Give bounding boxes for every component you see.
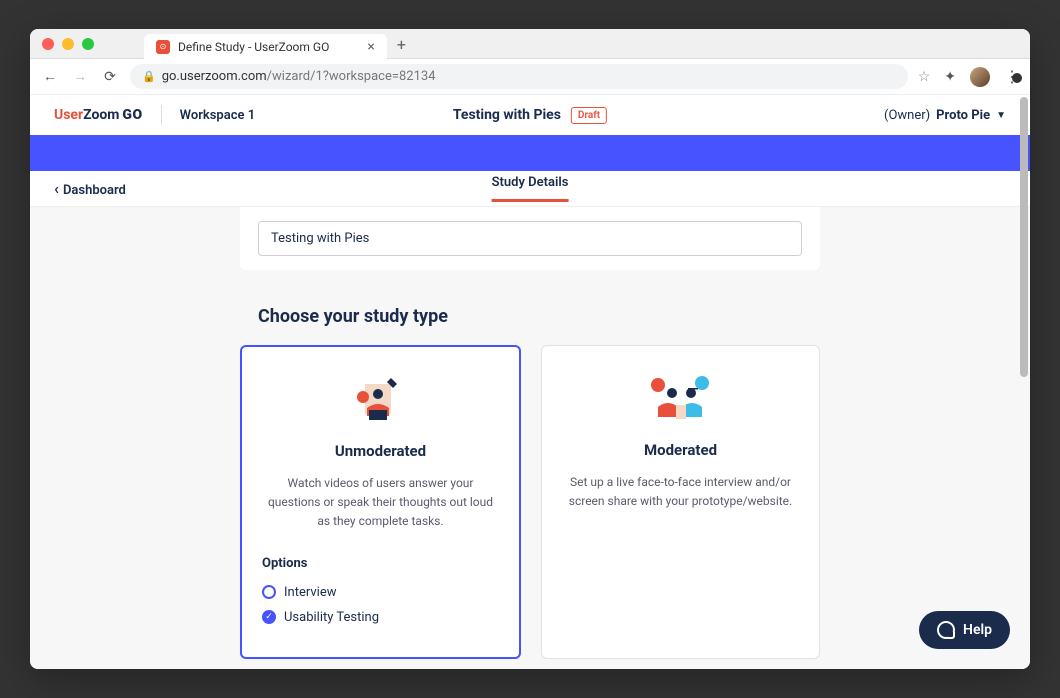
divider [161,105,162,125]
chat-icon [937,621,955,639]
moderated-illustration [562,368,799,423]
help-button[interactable]: Help [919,611,1010,649]
tab-title: Define Study - UserZoom GO [178,40,329,54]
close-window-button[interactable] [42,38,54,50]
address-bar: ← → ⟳ 🔒 go.userzoom.com/wizard/1?workspa… [30,59,1030,95]
option-label: Interview [284,585,337,600]
option-usability-testing[interactable]: ✓ Usability Testing [262,610,499,625]
option-label: Usability Testing [284,610,379,625]
scrollbar[interactable] [1020,97,1028,377]
lock-icon: 🔒 [142,70,156,83]
favicon-icon: ⊙ [156,40,170,54]
app-header: UserZoomGO Workspace 1 Testing with Pies… [30,95,1030,135]
close-tab-icon[interactable]: × [367,39,374,55]
owner-dropdown[interactable]: (Owner) Proto Pie ▼ [884,108,1006,123]
card-title: Unmoderated [262,442,499,460]
section-title: Choose your study type [240,306,820,327]
window-controls [42,38,94,50]
logo[interactable]: UserZoomGO [54,107,143,123]
owner-label: (Owner) [884,108,930,123]
titlebar: ⊙ Define Study - UserZoom GO × + [30,29,1030,59]
subnav: Dashboard Study Details [30,171,1030,207]
minimize-window-button[interactable] [62,38,74,50]
owner-name: Proto Pie [936,108,990,123]
study-type-cards: Unmoderated Watch videos of users answer… [240,345,820,659]
header-left: UserZoomGO Workspace 1 [54,105,255,125]
status-dot-icon [1012,73,1022,83]
card-unmoderated[interactable]: Unmoderated Watch videos of users answer… [240,345,521,659]
new-tab-button[interactable]: + [397,35,406,54]
forward-button[interactable]: → [70,68,90,85]
study-title: Testing with Pies [453,107,561,123]
url-text: go.userzoom.com/wizard/1?workspace=82134 [162,69,436,84]
extensions-icon[interactable]: ✦ [944,69,956,85]
maximize-window-button[interactable] [82,38,94,50]
browser-window: ⊙ Define Study - UserZoom GO × + ← → ⟳ 🔒… [30,29,1030,669]
content-area: Choose your study type [30,207,1030,669]
draft-badge: Draft [571,107,607,124]
study-name-card [240,207,820,270]
card-description: Set up a live face-to-face interview and… [562,473,799,511]
help-label: Help [963,622,992,638]
progress-bar [30,135,1030,171]
tab-study-details[interactable]: Study Details [492,175,569,202]
url-input[interactable]: 🔒 go.userzoom.com/wizard/1?workspace=821… [130,64,908,89]
card-title: Moderated [562,441,799,459]
card-moderated[interactable]: Moderated Set up a live face-to-face int… [541,345,820,659]
options-label: Options [262,556,499,571]
dashboard-back-link[interactable]: Dashboard [54,179,126,198]
option-interview[interactable]: Interview [262,585,499,600]
profile-avatar[interactable] [970,67,990,87]
chevron-down-icon: ▼ [996,110,1006,121]
bookmark-icon[interactable]: ☆ [918,69,931,85]
back-button[interactable]: ← [40,68,60,85]
browser-tab[interactable]: ⊙ Define Study - UserZoom GO × [144,34,387,60]
workspace-name[interactable]: Workspace 1 [180,108,256,123]
unmoderated-illustration [262,369,499,424]
toolbar-icons: ☆ ✦ ⋮ [918,67,1020,87]
study-name-input[interactable] [258,221,802,256]
radio-unchecked-icon [262,585,276,599]
header-center: Testing with Pies Draft [453,107,607,124]
radio-checked-icon: ✓ [262,610,276,624]
reload-button[interactable]: ⟳ [100,69,120,85]
card-description: Watch videos of users answer your questi… [262,474,499,532]
